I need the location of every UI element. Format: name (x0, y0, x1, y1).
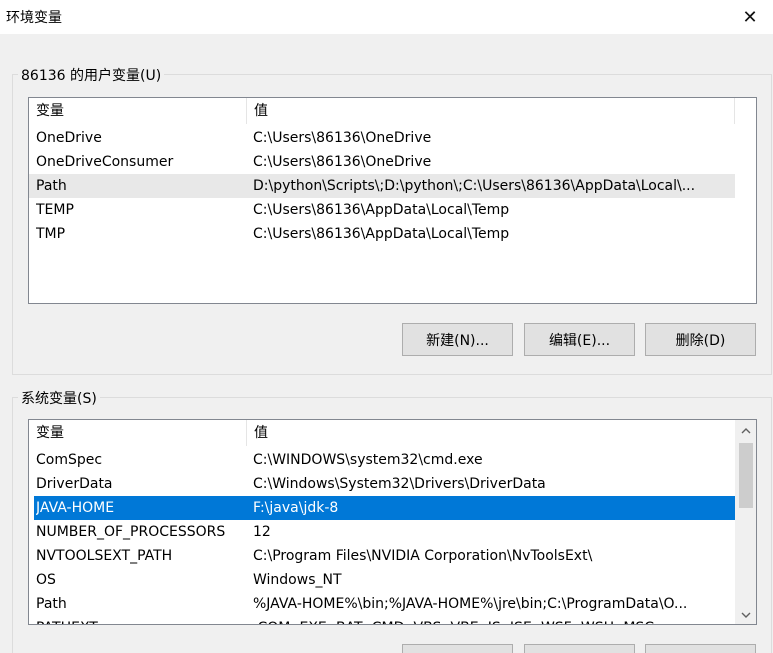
variable-value: Windows_NT (253, 572, 342, 588)
list-row[interactable]: NVTOOLSEXT_PATH C:\Program Files\NVIDIA C… (29, 544, 735, 568)
system-vars-group-label: 系统变量(S) (18, 388, 100, 408)
variable-value: C:\Users\86136\AppData\Local\Temp (253, 226, 510, 242)
variable-name: DriverData (36, 476, 113, 492)
column-header-value[interactable]: 值 (247, 98, 735, 124)
variable-name: TMP (36, 226, 66, 242)
variable-name: ComSpec (36, 452, 103, 468)
scroll-up-button[interactable] (737, 422, 754, 439)
chevron-down-icon (741, 612, 750, 618)
list-row[interactable]: JAVA-HOME F:\java\jdk-8 (34, 496, 735, 520)
close-icon: ✕ (742, 6, 758, 28)
title-bar: 环境变量 ✕ (0, 0, 773, 34)
variable-value: C:\Users\86136\OneDrive (253, 154, 432, 170)
user-vars-list-header: 变量 值 (29, 98, 756, 124)
variable-value: F:\java\jdk-8 (253, 500, 339, 516)
variable-value: D:\python\Scripts\;D:\python\;C:\Users\8… (253, 178, 696, 194)
window-title: 环境变量 (6, 10, 62, 26)
user-edit-button[interactable]: 编辑(E)... (524, 323, 635, 356)
user-new-button[interactable]: 新建(N)... (402, 323, 513, 356)
variable-value: C:\Users\86136\OneDrive (253, 130, 432, 146)
system-delete-button[interactable] (645, 644, 756, 653)
list-row[interactable]: OneDrive C:\Users\86136\OneDrive (29, 126, 735, 150)
list-row[interactable]: OneDriveConsumer C:\Users\86136\OneDrive (29, 150, 735, 174)
list-row[interactable]: Path %JAVA-HOME%\bin;%JAVA-HOME%\jre\bin;… (29, 592, 735, 616)
user-vars-group-label: 86136 的用户变量(U) (18, 65, 165, 85)
scroll-down-button[interactable] (737, 606, 754, 623)
list-row[interactable]: DriverData C:\Windows\System32\Drivers\Dr… (29, 472, 735, 496)
variable-name: OneDrive (36, 130, 102, 146)
variable-value: 12 (253, 524, 271, 540)
variable-name: NVTOOLSEXT_PATH (36, 548, 173, 564)
list-row[interactable]: TMP C:\Users\86136\AppData\Local\Temp (29, 222, 735, 246)
variable-value: C:\Windows\System32\Drivers\DriverData (253, 476, 546, 492)
column-header-name[interactable]: 变量 (29, 98, 247, 124)
variable-value: C:\Users\86136\AppData\Local\Temp (253, 202, 510, 218)
system-new-button[interactable] (402, 644, 513, 653)
column-header-name[interactable]: 变量 (29, 420, 247, 446)
scroll-thumb[interactable] (739, 443, 753, 508)
variable-value: .COM;.EXE;.BAT;.CMD;.VBS;.VBE;.JS;.JSE;.… (253, 616, 731, 624)
variable-value: C:\Program Files\NVIDIA Corporation\NvTo… (253, 548, 593, 564)
variable-name: Path (36, 596, 67, 612)
variable-name: Path (36, 178, 67, 194)
variable-value: C:\WINDOWS\system32\cmd.exe (253, 452, 483, 468)
list-row[interactable]: TEMP C:\Users\86136\AppData\Local\Temp (29, 198, 735, 222)
variable-name: JAVA-HOME (36, 500, 115, 516)
variable-name: OS (36, 572, 56, 588)
list-row[interactable]: ComSpec C:\WINDOWS\system32\cmd.exe (29, 448, 735, 472)
variable-name: OneDriveConsumer (36, 154, 174, 170)
system-edit-button[interactable] (524, 644, 635, 653)
list-row[interactable]: Path D:\python\Scripts\;D:\python\;C:\Use… (29, 174, 735, 198)
close-button[interactable]: ✕ (727, 0, 773, 34)
variable-name: TEMP (36, 202, 74, 218)
user-vars-list[interactable]: 变量 值 OneDrive C:\Users\86136\OneDrive OneD… (28, 97, 757, 304)
variable-name: PATHEXT (36, 616, 246, 624)
system-vars-list-header: 变量 值 (29, 420, 735, 446)
variable-name: NUMBER_OF_PROCESSORS (36, 524, 226, 540)
column-header-value[interactable]: 值 (247, 420, 735, 446)
list-row[interactable]: NUMBER_OF_PROCESSORS 12 (29, 520, 735, 544)
list-row[interactable]: PATHEXT .COM;.EXE;.BAT;.CMD;.VBS;.VBE;.JS… (29, 616, 735, 624)
variable-value: %JAVA-HOME%\bin;%JAVA-HOME%\jre\bin;C:\P… (253, 596, 688, 612)
list-row[interactable]: OS Windows_NT (29, 568, 735, 592)
chevron-up-icon (741, 427, 750, 433)
user-delete-button[interactable]: 删除(D) (645, 323, 756, 356)
system-vars-scrollbar[interactable] (735, 420, 756, 624)
system-vars-list[interactable]: 变量 值 ComSpec C:\WINDOWS\system32\cmd.exe D… (28, 419, 757, 625)
